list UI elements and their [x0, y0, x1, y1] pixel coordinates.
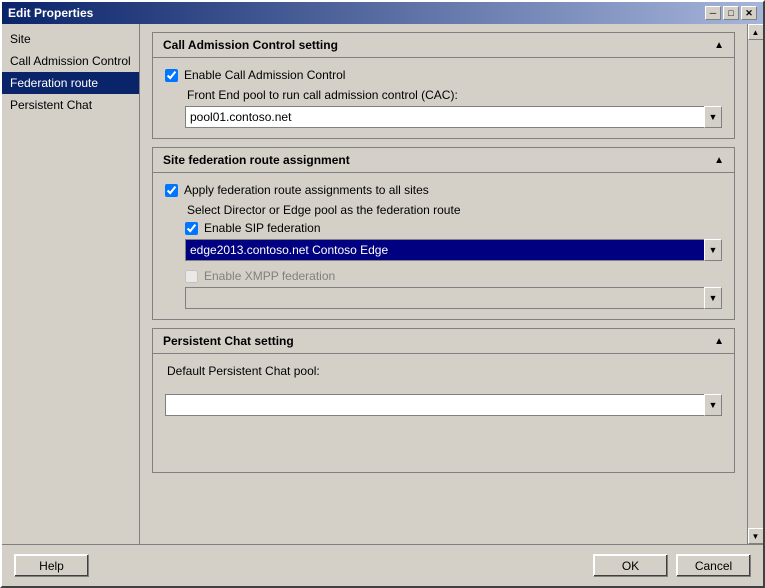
window-title: Edit Properties: [8, 6, 93, 20]
enable-xmpp-checkbox[interactable]: [185, 270, 198, 283]
persistent-chat-pool-dropdown-btn[interactable]: ▼: [704, 394, 722, 416]
front-end-pool-label: Front End pool to run call admission con…: [187, 88, 722, 102]
apply-federation-label[interactable]: Apply federation route assignments to al…: [184, 183, 429, 197]
edit-properties-window: Edit Properties ─ □ ✕ Site Call Admissio…: [0, 0, 765, 588]
federation-collapse-icon[interactable]: ▲: [714, 155, 724, 166]
front-end-pool-dropdown: ▼: [185, 106, 722, 128]
main-content: Call Admission Control setting ▲ Enable …: [140, 24, 747, 544]
sidebar-item-persistent-chat[interactable]: Persistent Chat: [2, 94, 139, 116]
persistent-chat-section: Persistent Chat setting ▲ Default Persis…: [152, 328, 735, 473]
federation-route-container: Select Director or Edge pool as the fede…: [185, 203, 722, 309]
cac-collapse-icon[interactable]: ▲: [714, 40, 724, 51]
cac-section: Call Admission Control setting ▲ Enable …: [152, 32, 735, 139]
sidebar-item-call-admission-control[interactable]: Call Admission Control: [2, 50, 139, 72]
front-end-pool-container: Front End pool to run call admission con…: [185, 88, 722, 128]
sidebar-item-site[interactable]: Site: [2, 28, 139, 50]
close-button[interactable]: ✕: [741, 6, 757, 20]
cac-section-header: Call Admission Control setting ▲: [153, 33, 734, 58]
sidebar: Site Call Admission Control Federation r…: [2, 24, 140, 544]
xmpp-federation-dropdown: ▼: [185, 287, 722, 309]
federation-section-title: Site federation route assignment: [163, 153, 350, 167]
select-director-label: Select Director or Edge pool as the fede…: [187, 203, 722, 217]
apply-federation-row: Apply federation route assignments to al…: [165, 183, 722, 197]
federation-section: Site federation route assignment ▲ Apply…: [152, 147, 735, 320]
enable-xmpp-label: Enable XMPP federation: [204, 269, 335, 283]
xmpp-federation-dropdown-btn[interactable]: ▼: [704, 287, 722, 309]
xmpp-federation-value: [185, 287, 704, 309]
front-end-pool-dropdown-btn[interactable]: ▼: [704, 106, 722, 128]
enable-cac-label[interactable]: Enable Call Admission Control: [184, 68, 345, 82]
persistent-chat-pool-input[interactable]: [165, 394, 704, 416]
xmpp-federation-row: Enable XMPP federation: [185, 269, 722, 283]
persistent-chat-pool-label: Default Persistent Chat pool:: [167, 364, 722, 378]
title-bar: Edit Properties ─ □ ✕: [2, 2, 763, 24]
persistent-chat-section-header: Persistent Chat setting ▲: [153, 329, 734, 354]
scrollbar: ▲ ▼: [747, 24, 763, 544]
federation-section-body: Apply federation route assignments to al…: [153, 173, 734, 319]
persistent-chat-collapse-icon[interactable]: ▲: [714, 336, 724, 347]
title-bar-controls: ─ □ ✕: [705, 6, 757, 20]
scroll-track[interactable]: [748, 40, 763, 528]
sidebar-item-federation-route[interactable]: Federation route: [2, 72, 139, 94]
scroll-up-btn[interactable]: ▲: [748, 24, 764, 40]
cancel-button[interactable]: Cancel: [676, 554, 751, 577]
enable-cac-row: Enable Call Admission Control: [165, 68, 722, 82]
ok-button[interactable]: OK: [593, 554, 668, 577]
enable-sip-label[interactable]: Enable SIP federation: [204, 221, 321, 235]
persistent-chat-pool-dropdown: ▼: [165, 394, 722, 416]
scroll-down-btn[interactable]: ▼: [748, 528, 764, 544]
federation-section-header: Site federation route assignment ▲: [153, 148, 734, 173]
cac-section-title: Call Admission Control setting: [163, 38, 338, 52]
window-body: Site Call Admission Control Federation r…: [2, 24, 763, 544]
title-bar-text: Edit Properties: [8, 6, 93, 20]
enable-cac-checkbox[interactable]: [165, 69, 178, 82]
apply-federation-checkbox[interactable]: [165, 184, 178, 197]
front-end-pool-input[interactable]: [185, 106, 704, 128]
minimize-button[interactable]: ─: [705, 6, 721, 20]
sip-federation-dropdown-btn[interactable]: ▼: [704, 239, 722, 261]
maximize-button[interactable]: □: [723, 6, 739, 20]
persistent-chat-section-body: Default Persistent Chat pool: ▼: [153, 354, 734, 472]
sip-federation-row: Enable SIP federation: [185, 221, 722, 235]
enable-sip-checkbox[interactable]: [185, 222, 198, 235]
cac-section-body: Enable Call Admission Control Front End …: [153, 58, 734, 138]
sip-federation-value[interactable]: edge2013.contoso.net Contoso Edge: [185, 239, 704, 261]
sip-federation-dropdown: edge2013.contoso.net Contoso Edge ▼: [185, 239, 722, 261]
footer: Help OK Cancel: [2, 544, 763, 586]
footer-right: OK Cancel: [593, 554, 751, 577]
persistent-chat-section-title: Persistent Chat setting: [163, 334, 294, 348]
help-button[interactable]: Help: [14, 554, 89, 577]
